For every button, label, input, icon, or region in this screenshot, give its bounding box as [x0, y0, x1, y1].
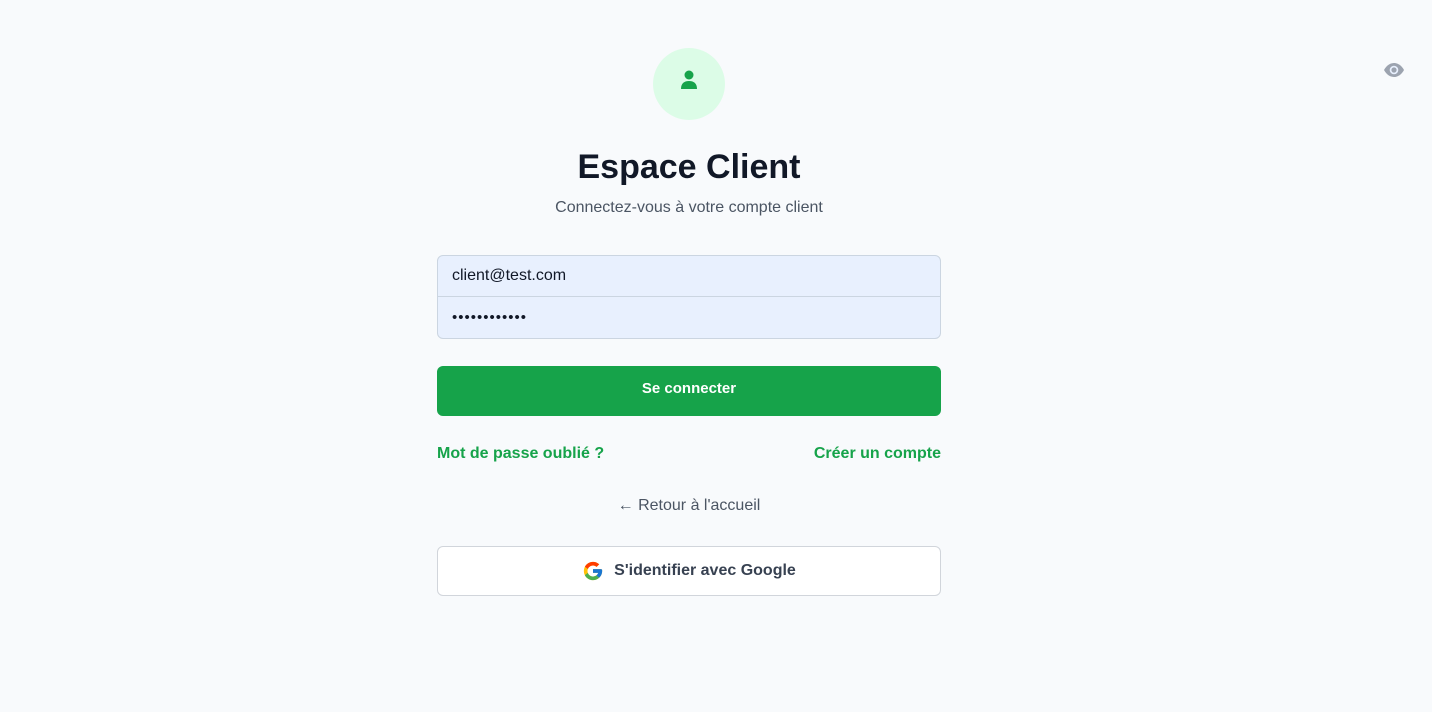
forgot-password-link[interactable]: Mot de passe oublié ? [437, 445, 604, 463]
page-title: Espace Client [577, 148, 801, 186]
google-signin-label: S'identifier avec Google [614, 562, 796, 579]
credentials-group: client@test.com •••••••••••• [437, 255, 941, 339]
eye-icon[interactable] [1383, 62, 1405, 78]
login-button[interactable]: Se connecter [437, 366, 941, 416]
create-account-link[interactable]: Créer un compte [814, 445, 941, 463]
login-page: Espace Client Connectez-vous à votre com… [0, 0, 1432, 712]
page-subtitle: Connectez-vous à votre compte client [555, 199, 823, 216]
email-field[interactable]: client@test.com [438, 256, 940, 297]
google-logo-icon [584, 561, 603, 581]
user-icon [681, 70, 697, 89]
avatar [653, 48, 725, 120]
password-field[interactable]: •••••••••••• [438, 297, 940, 338]
google-signin-button[interactable]: S'identifier avec Google [437, 546, 941, 596]
back-home-link[interactable]: ← Retour à l'accueil [0, 497, 1378, 515]
